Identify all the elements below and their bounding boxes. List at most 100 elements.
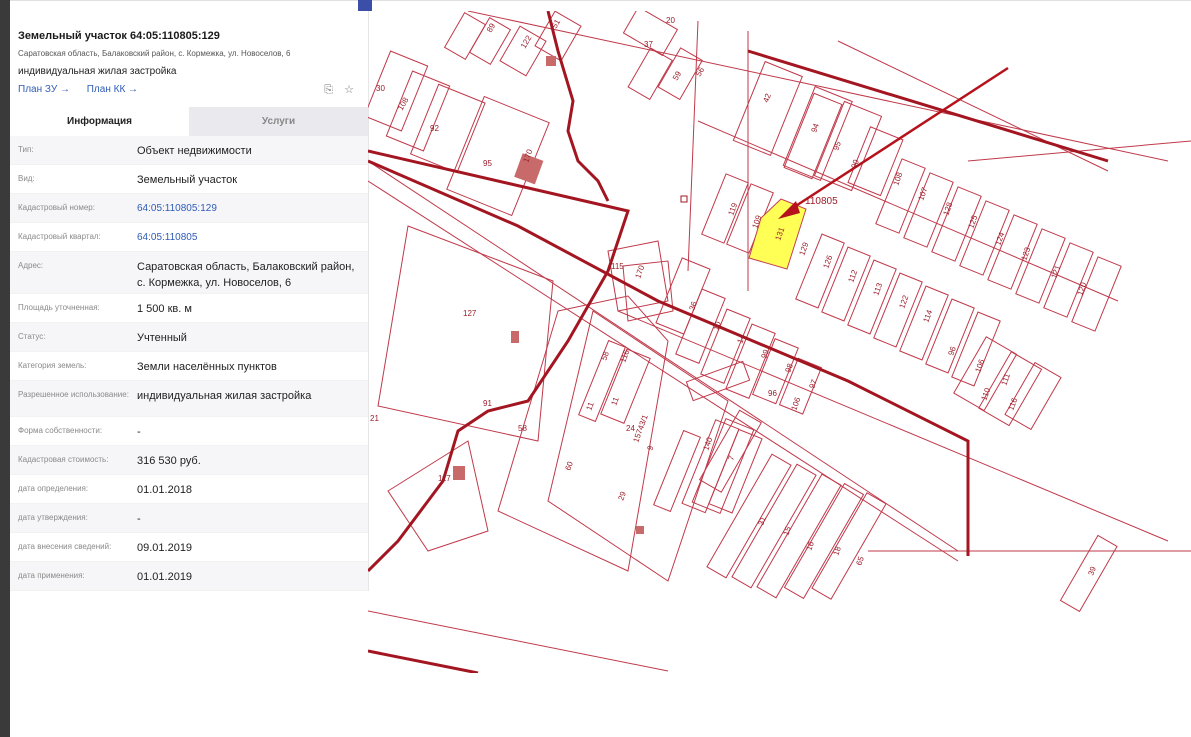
info-row: дата утверждения: - bbox=[10, 504, 368, 533]
parcel-number-label: 113 bbox=[871, 281, 884, 297]
tab-info[interactable]: Информация bbox=[10, 107, 189, 136]
parcel-number-label: 126 bbox=[821, 254, 834, 270]
info-row-label: Адрес: bbox=[18, 261, 44, 270]
info-row-label: дата применения: bbox=[18, 571, 85, 580]
parcel-strip bbox=[783, 92, 843, 180]
info-row: Статус: Учтенный bbox=[10, 323, 368, 352]
info-row-label: дата определения: bbox=[18, 484, 89, 493]
parcel-number-label: 11 bbox=[609, 395, 620, 406]
info-row-label: Кадастровая стоимость: bbox=[18, 455, 109, 464]
parcel-number-label: 98 bbox=[783, 362, 795, 374]
info-row-label: Площадь уточненная: bbox=[18, 303, 100, 312]
parcel-number-label: 106 bbox=[789, 396, 802, 412]
info-row: дата применения: 01.01.2019 bbox=[10, 562, 368, 591]
info-row-value: Земли населённых пунктов bbox=[137, 361, 277, 373]
parcel-number-label: 116 bbox=[1006, 396, 1019, 412]
info-row-value: 01.01.2019 bbox=[137, 571, 193, 583]
building bbox=[636, 526, 644, 534]
parcel-number-label: 119 bbox=[726, 201, 739, 217]
parcel-number-label: 58 bbox=[599, 350, 611, 362]
info-row: Разрешенное использование: индивидуальная… bbox=[10, 381, 368, 417]
info-row-label: Тип: bbox=[18, 145, 34, 154]
parcel-number-label: 59 bbox=[671, 69, 684, 82]
building bbox=[511, 331, 519, 343]
info-row-label: Форма собственности: bbox=[18, 426, 103, 435]
info-row-value: 09.01.2019 bbox=[137, 542, 193, 554]
info-row: Форма собственности: - bbox=[10, 417, 368, 446]
info-row: Кадастровая стоимость: 316 530 руб. bbox=[10, 446, 368, 475]
parcel-number-label: 115 bbox=[611, 262, 624, 271]
parcel-number-label: 122 bbox=[519, 33, 534, 50]
info-row: Кадастровый квартал: 64:05:110805 bbox=[10, 223, 368, 252]
parcel-number-label: 90 bbox=[849, 158, 861, 170]
point-marker bbox=[680, 195, 688, 203]
info-row: Тип: Объект недвижимости bbox=[10, 136, 368, 165]
parcel-number-label: 7 bbox=[726, 454, 736, 462]
parcel-number-label: 129 bbox=[797, 241, 810, 257]
parcel-number-label: 127 bbox=[463, 309, 477, 318]
info-row-label: Вид: bbox=[18, 174, 35, 183]
parcel-number-label: 107 bbox=[916, 186, 929, 202]
info-row-label: Статус: bbox=[18, 332, 46, 341]
parcel-number-label: 112 bbox=[846, 268, 859, 284]
parcel-number-label: 108 bbox=[891, 171, 904, 187]
search-doc-icon[interactable]: ⎘ bbox=[324, 84, 333, 96]
panel-accent-bar bbox=[0, 0, 372, 11]
parcel-outlines bbox=[368, 11, 1191, 672]
info-row-value: индивидуальная жилая застройка bbox=[137, 390, 312, 402]
info-row-value: 01.01.2018 bbox=[137, 484, 193, 496]
parcel-number-label: 96 bbox=[768, 389, 777, 398]
parcel-number-label: 128 bbox=[941, 201, 954, 217]
star-icon[interactable]: ☆ bbox=[344, 84, 354, 96]
info-panel: Земельный участок 64:05:110805:129 Сарат… bbox=[10, 11, 369, 591]
parcel-number-label: 96 bbox=[946, 345, 958, 357]
building bbox=[453, 466, 465, 480]
info-rows: Тип: Объект недвижимости Вид: Земельный уча… bbox=[10, 136, 368, 591]
parcel-number-label: 122 bbox=[897, 294, 910, 310]
info-row-value: Земельный участок bbox=[137, 174, 238, 186]
info-row-value: Учтенный bbox=[137, 332, 187, 344]
parcel-number-label: 140 bbox=[701, 436, 714, 452]
parcel-number-label: 120 bbox=[1075, 281, 1088, 297]
info-row-label: Разрешенное использование: bbox=[18, 390, 129, 399]
panel-icons: ⎘ ☆ bbox=[316, 83, 354, 97]
parcel-number-label: 94 bbox=[809, 122, 821, 134]
info-row-value: 316 530 руб. bbox=[137, 455, 201, 467]
parcel-number-label: 9 bbox=[645, 444, 655, 452]
parcel-number-label: 91 bbox=[483, 399, 492, 408]
parcel-number-label: 60 bbox=[563, 460, 575, 472]
parcel-number-label: 124 bbox=[993, 231, 1006, 247]
info-row-value: - bbox=[137, 513, 141, 525]
tab-bar: Информация Услуги bbox=[10, 107, 368, 136]
info-row-label: дата утверждения: bbox=[18, 513, 88, 522]
parcel-number-label: 20 bbox=[666, 16, 675, 25]
parcel-address: Саратовская область, Балаковский район, … bbox=[18, 49, 291, 58]
building bbox=[546, 56, 556, 66]
plan-links: План ЗУ → План КК → bbox=[18, 84, 152, 95]
info-row-value: Саратовская область, Балаковский район, … bbox=[137, 261, 355, 289]
plan-kk-link[interactable]: План КК → bbox=[87, 84, 138, 95]
parcel-number-label: 10 bbox=[711, 320, 723, 332]
plan-zu-link[interactable]: План ЗУ → bbox=[18, 84, 70, 95]
info-row-value: - bbox=[137, 426, 141, 438]
info-row: Вид: Земельный участок bbox=[10, 165, 368, 194]
parcel-use: индивидуальная жилая застройка bbox=[18, 66, 177, 77]
parcel-number-label: 97 bbox=[807, 378, 819, 390]
parcel-number-label: 30 bbox=[376, 84, 385, 93]
tab-services[interactable]: Услуги bbox=[189, 107, 368, 136]
info-row-value: Объект недвижимости bbox=[137, 145, 252, 157]
cadastral-map[interactable]: 8912251 203759 563010892954294959010810712… bbox=[368, 11, 1191, 673]
parcel-number-label: 16 bbox=[804, 540, 816, 552]
info-row: Площадь уточненная: 1 500 кв. м bbox=[10, 294, 368, 323]
info-row: Кадастровый номер: 64:05:110805:129 bbox=[10, 194, 368, 223]
parcel-number-label: 92 bbox=[430, 124, 439, 133]
parcel-number-label: 111 bbox=[999, 372, 1012, 387]
parcel-number-label: 21 bbox=[370, 414, 379, 423]
info-row-value: 1 500 кв. м bbox=[137, 303, 192, 315]
info-row-value[interactable]: 64:05:110805:129 bbox=[137, 194, 360, 222]
info-row-value[interactable]: 64:05:110805 bbox=[137, 223, 360, 251]
parcel-number-label: 29 bbox=[616, 490, 628, 502]
left-window-strip bbox=[0, 0, 10, 737]
parcel-number-label: 123 bbox=[1019, 246, 1032, 262]
info-row-label: дата внесения сведений: bbox=[18, 542, 112, 551]
